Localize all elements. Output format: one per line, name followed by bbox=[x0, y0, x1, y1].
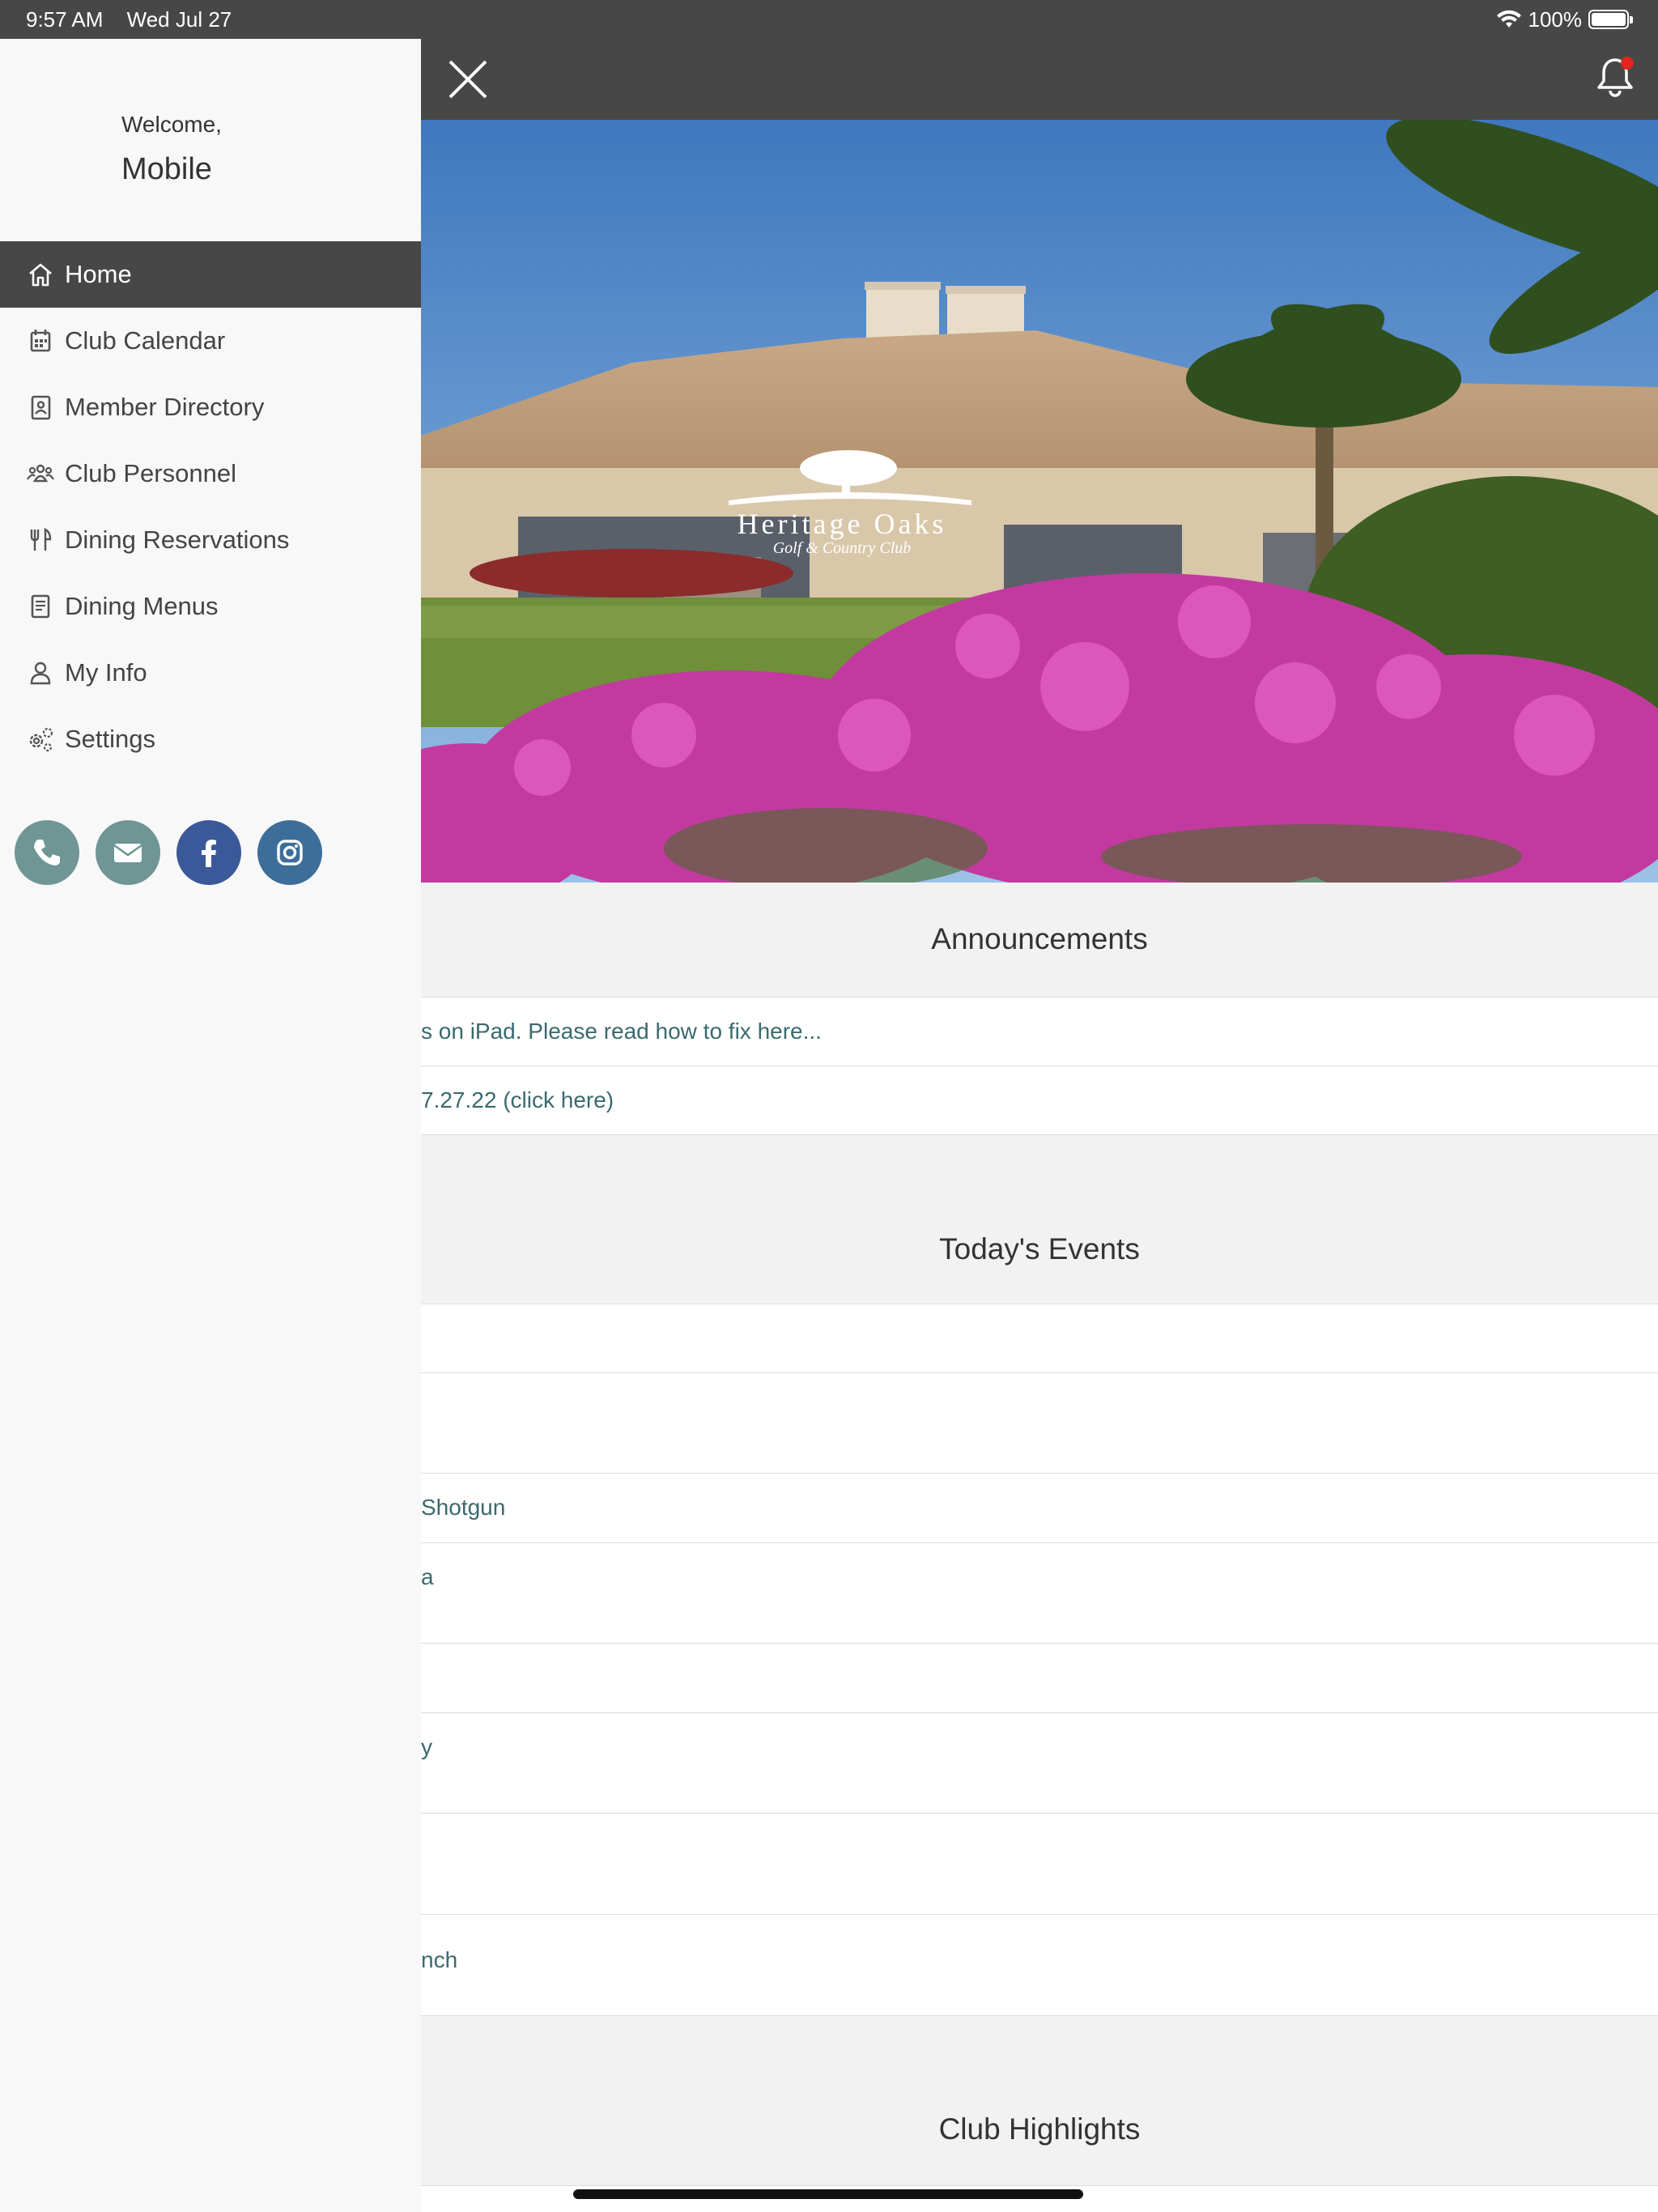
sidebar-item-label: Club Calendar bbox=[65, 326, 226, 355]
notifications-button[interactable] bbox=[1592, 53, 1639, 102]
events-header: Today's Events bbox=[421, 1135, 1658, 1304]
event-row[interactable]: a bbox=[421, 1543, 1658, 1644]
event-row[interactable]: Shotgun bbox=[421, 1474, 1658, 1543]
sidebar-item-label: Home bbox=[65, 260, 132, 288]
sidebar-item-label: Dining Menus bbox=[65, 592, 219, 620]
event-row[interactable]: nch bbox=[421, 1915, 1658, 2016]
sidebar-item-dining-reservations[interactable]: Dining Reservations bbox=[0, 507, 421, 573]
event-link[interactable]: a bbox=[421, 1564, 434, 1590]
event-row[interactable] bbox=[421, 1814, 1658, 1915]
club-logo-name: Heritage Oaks bbox=[737, 508, 947, 540]
home-indicator[interactable] bbox=[573, 2189, 1083, 2199]
status-date: Wed Jul 27 bbox=[126, 6, 232, 32]
gears-icon bbox=[24, 723, 57, 755]
event-row[interactable]: y bbox=[421, 1713, 1658, 1814]
sidebar-item-label: Dining Reservations bbox=[65, 525, 290, 554]
email-icon bbox=[113, 844, 142, 862]
sidebar-menu: Welcome, Mobile Home Club Calendar Membe… bbox=[0, 39, 421, 2212]
email-button[interactable] bbox=[96, 820, 160, 885]
phone-icon bbox=[34, 840, 60, 866]
social-links bbox=[15, 820, 322, 885]
calendar-icon bbox=[24, 325, 57, 357]
event-link[interactable]: nch bbox=[421, 1947, 457, 1973]
bell-icon bbox=[1597, 57, 1634, 97]
main-content: Heritage Oaks Golf & Country Club Announ… bbox=[421, 39, 1658, 2212]
club-logo-subtitle: Golf & Country Club bbox=[772, 539, 912, 557]
announcement-link[interactable]: s on iPad. Please read how to fix here..… bbox=[421, 1019, 822, 1044]
event-row[interactable] bbox=[421, 1304, 1658, 1373]
sidebar-item-member-directory[interactable]: Member Directory bbox=[0, 374, 421, 440]
user-name: Mobile bbox=[121, 152, 212, 186]
sidebar-item-club-personnel[interactable]: Club Personnel bbox=[0, 440, 421, 507]
status-bar: 9:57 AM Wed Jul 27 100% bbox=[0, 0, 1658, 39]
ipad-screen: 9:57 AM Wed Jul 27 100% Heritage Oaks Go… bbox=[0, 0, 1658, 2212]
battery-percent: 100% bbox=[1528, 6, 1583, 32]
battery-icon bbox=[1588, 10, 1633, 29]
sidebar-item-dining-menus[interactable]: Dining Menus bbox=[0, 573, 421, 640]
sidebar-item-label: Club Personnel bbox=[65, 459, 236, 487]
announcements-header: Announcements bbox=[421, 883, 1658, 998]
sidebar-nav: Home Club Calendar Member Directory Club… bbox=[0, 241, 421, 772]
announcement-row[interactable]: s on iPad. Please read how to fix here..… bbox=[421, 998, 1658, 1066]
event-row[interactable] bbox=[421, 1644, 1658, 1713]
instagram-icon bbox=[277, 840, 303, 866]
sidebar-item-settings[interactable]: Settings bbox=[0, 706, 421, 772]
events-title: Today's Events bbox=[939, 1232, 1140, 1266]
sidebar-item-home[interactable]: Home bbox=[0, 241, 421, 308]
sidebar-item-label: Member Directory bbox=[65, 393, 265, 421]
facebook-icon bbox=[202, 840, 216, 867]
event-link[interactable]: Shotgun bbox=[421, 1495, 505, 1521]
event-link[interactable]: y bbox=[421, 1734, 432, 1760]
welcome-block: Welcome, Mobile bbox=[121, 112, 222, 187]
instagram-button[interactable] bbox=[257, 820, 322, 885]
event-row[interactable] bbox=[421, 1373, 1658, 1474]
wifi-icon bbox=[1496, 10, 1521, 28]
announcement-row[interactable]: 7.27.22 (click here) bbox=[421, 1066, 1658, 1135]
sidebar-item-label: My Info bbox=[65, 658, 147, 687]
sidebar-item-my-info[interactable]: My Info bbox=[0, 640, 421, 706]
top-bar bbox=[421, 39, 1658, 120]
close-icon bbox=[449, 60, 487, 99]
announcement-link[interactable]: 7.27.22 (click here) bbox=[421, 1087, 614, 1113]
sidebar-item-label: Settings bbox=[65, 725, 156, 753]
club-logo: Heritage Oaks Golf & Country Club bbox=[688, 507, 996, 558]
contact-book-icon bbox=[24, 391, 57, 423]
announcements-title: Announcements bbox=[931, 922, 1148, 955]
welcome-label: Welcome, bbox=[121, 112, 222, 137]
people-icon bbox=[24, 457, 57, 490]
person-icon bbox=[24, 657, 57, 689]
facebook-button[interactable] bbox=[176, 820, 241, 885]
utensils-icon bbox=[24, 524, 57, 556]
home-icon bbox=[24, 258, 57, 291]
hero-image: Heritage Oaks Golf & Country Club bbox=[421, 120, 1658, 883]
phone-button[interactable] bbox=[15, 820, 79, 885]
status-time: 9:57 AM bbox=[26, 6, 104, 32]
highlights-header: Club Highlights bbox=[421, 2016, 1658, 2186]
menu-book-icon bbox=[24, 590, 57, 623]
sidebar-item-club-calendar[interactable]: Club Calendar bbox=[0, 308, 421, 374]
highlights-title: Club Highlights bbox=[938, 2112, 1141, 2146]
close-menu-button[interactable] bbox=[445, 57, 491, 102]
